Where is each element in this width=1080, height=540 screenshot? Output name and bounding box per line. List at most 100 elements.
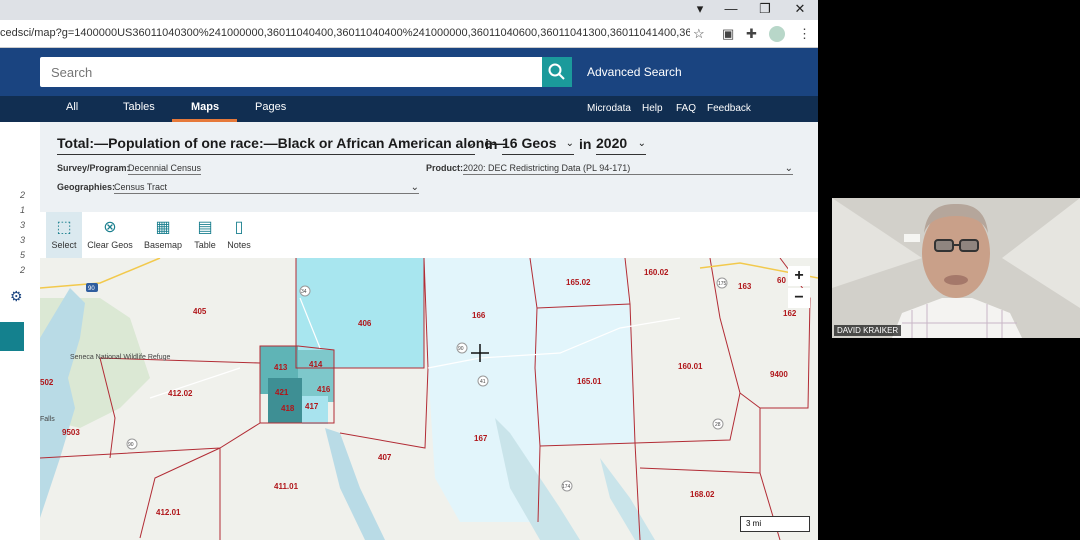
profile-menu-icon[interactable]: ▾ [683, 0, 717, 20]
tract-fill-165-01[interactable] [535, 304, 635, 446]
clear-geos-button[interactable]: ⊗ Clear Geos [86, 212, 134, 258]
in-label: in [579, 136, 592, 152]
select-tool-button[interactable]: ⬚ Select [46, 212, 82, 258]
tract-label-412-02: 412.02 [168, 389, 193, 398]
tool-label: Select [51, 240, 77, 250]
geos-dropdown[interactable]: 16 Geos ⌄ [502, 135, 574, 155]
tract-label-413: 413 [274, 363, 288, 372]
tract-label-9400: 9400 [770, 370, 788, 379]
svg-text:28: 28 [715, 422, 721, 428]
search-button[interactable] [542, 57, 572, 87]
help-link[interactable]: Help [642, 103, 663, 114]
select-icon: ⬚ [56, 219, 72, 236]
tract-label-160-02: 160.02 [644, 268, 669, 277]
address-bar[interactable]: cedsci/map?g=1400000US36011040300%241000… [0, 20, 818, 48]
tract-label-411-01: 411.01 [274, 482, 299, 491]
tab-all[interactable]: All [66, 101, 78, 113]
chevron-down-icon: ⌄ [637, 138, 646, 149]
rail-number: 3 [20, 235, 26, 245]
feedback-link[interactable]: Feedback [707, 103, 751, 114]
geographies-value: Census Tract [114, 182, 168, 192]
tract-label-163: 163 [738, 282, 752, 291]
advanced-search-link[interactable]: Advanced Search [587, 65, 682, 79]
rail-number: 5 [20, 250, 26, 260]
geographies-label: Geographies: [57, 182, 116, 192]
tab-tables[interactable]: Tables [123, 101, 155, 113]
extensions-icon[interactable]: ▣ [722, 26, 734, 42]
chevron-down-icon: ⌄ [565, 138, 574, 149]
product-value: 2020: DEC Redistricting Data (PL 94-171) [463, 163, 631, 173]
tract-label-166: 166 [472, 311, 486, 320]
in-label: in [485, 136, 498, 152]
tract-label-9503: 9503 [62, 428, 80, 437]
filter-panel: Total:—Population of one race:—Black or … [40, 122, 818, 212]
year-dropdown[interactable]: 2020 ⌄ [596, 135, 646, 155]
presenter-video [832, 198, 1080, 338]
puzzle-icon[interactable]: ✚ [746, 26, 757, 42]
close-button[interactable]: ✕ [783, 0, 817, 20]
tract-label-502: 502 [40, 378, 54, 387]
tool-label: Table [194, 240, 216, 250]
zoom-in-button[interactable]: + [788, 266, 810, 286]
tract-fill-421-418[interactable] [268, 378, 302, 423]
screen: ▾ — ❐ ✕ cedsci/map?g=1400000US3601104030… [0, 0, 818, 540]
star-icon[interactable]: ☆ [693, 26, 705, 42]
geographies-dropdown[interactable]: Census Tract ⌄ [114, 182, 419, 194]
table-title-dropdown[interactable]: Total:—Population of one race:—Black or … [57, 135, 506, 155]
rail-toggle-button[interactable] [0, 322, 24, 351]
left-rail: 2 1 3 3 5 2 ⚙ [0, 122, 40, 540]
survey-value: Decennial Census [128, 163, 202, 175]
site-header: Advanced Search [0, 48, 818, 96]
svg-text:90: 90 [458, 346, 464, 352]
faq-link[interactable]: FAQ [676, 103, 696, 114]
microdata-link[interactable]: Microdata [587, 103, 631, 114]
table-title: Total:—Population of one race:—Black or … [57, 135, 507, 151]
year-value: 2020 [596, 135, 628, 151]
svg-text:90: 90 [128, 442, 134, 448]
product-dropdown[interactable]: 2020: DEC Redistricting Data (PL 94-171)… [463, 163, 793, 175]
svg-text:90: 90 [88, 286, 95, 292]
table-icon: ▤ [197, 219, 213, 236]
tab-maps[interactable]: Maps [191, 101, 219, 113]
search-input[interactable] [40, 57, 542, 87]
zoom-out-button[interactable]: − [788, 288, 810, 308]
url-text[interactable]: cedsci/map?g=1400000US36011040300%241000… [0, 27, 690, 39]
chevron-down-icon: ⌄ [410, 182, 419, 193]
tab-pages[interactable]: Pages [255, 101, 286, 113]
gear-icon[interactable]: ⚙ [10, 288, 23, 305]
notes-button[interactable]: ▯ Notes [225, 212, 253, 258]
clear-icon: ⊗ [103, 219, 117, 236]
tool-label: Notes [227, 240, 251, 250]
geos-count: 16 Geos [502, 135, 557, 151]
chevron-down-icon: ⌄ [784, 163, 793, 174]
tract-label-405: 405 [193, 307, 207, 316]
map-canvas[interactable]: 405 406 166 165.02 160.02 163 162 413 41… [40, 258, 818, 540]
tract-label-165-02: 165.02 [566, 278, 591, 287]
tract-label-421: 421 [275, 388, 289, 397]
tract-label-418: 418 [281, 404, 295, 413]
restore-button[interactable]: ❐ [748, 0, 782, 20]
svg-text:41: 41 [480, 379, 486, 385]
table-button[interactable]: ▤ Table [190, 212, 220, 258]
scale-bar: 3 mi [740, 516, 810, 532]
place-label: Falls [40, 416, 55, 423]
place-label: Seneca National Wildlife Refuge [70, 354, 170, 361]
profile-icon[interactable] [769, 26, 785, 42]
svg-text:175: 175 [718, 281, 727, 287]
tool-label: Clear Geos [87, 240, 133, 250]
map-toolbar: ⬚ Select ⊗ Clear Geos ▦ Basemap ▤ Table … [40, 212, 818, 258]
menu-icon[interactable]: ⋮ [798, 26, 811, 42]
chevron-down-icon: ⌄ [466, 138, 475, 149]
rail-number: 3 [20, 220, 26, 230]
tool-label: Basemap [143, 240, 183, 250]
basemap-button[interactable]: ▦ Basemap [142, 212, 184, 258]
tract-label-168-02: 168.02 [690, 490, 715, 499]
minimize-button[interactable]: — [714, 0, 748, 20]
tract-label-165-01: 165.01 [577, 377, 602, 386]
basemap-icon: ▦ [155, 219, 171, 236]
tract-label-412-01: 412.01 [156, 508, 181, 517]
tract-label-162: 162 [783, 309, 797, 318]
tract-label-417: 417 [305, 402, 319, 411]
tract-label-414: 414 [309, 360, 323, 369]
rail-number: 2 [20, 190, 26, 200]
